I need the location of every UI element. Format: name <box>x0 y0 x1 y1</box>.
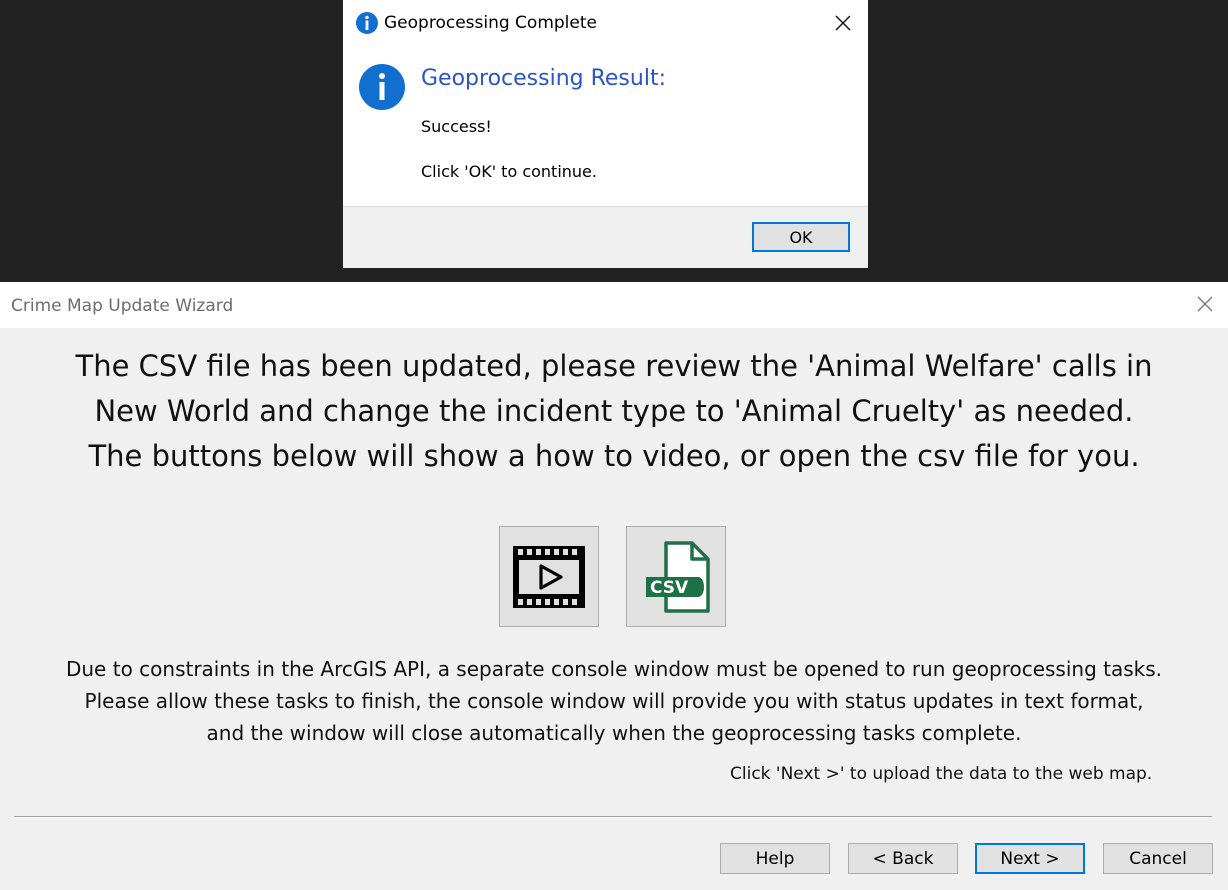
wizard-titlebar: Crime Map Update Wizard <box>0 282 1228 328</box>
success-text: Success! <box>421 117 492 136</box>
dialog-footer: OK <box>343 206 868 268</box>
instruction-message: The CSV file has been updated, please re… <box>0 344 1228 479</box>
next-hint-text: Click 'Next >' to upload the data to the… <box>730 764 1153 784</box>
info-icon <box>356 12 378 34</box>
ok-button[interactable]: OK <box>752 222 850 252</box>
info-icon <box>359 64 405 110</box>
how-to-video-button[interactable] <box>499 526 599 627</box>
help-button[interactable]: Help <box>720 843 830 874</box>
geoprocessing-dialog: Geoprocessing Complete Geoprocessing Res… <box>343 0 868 268</box>
dialog-heading: Geoprocessing Result: <box>421 66 666 91</box>
close-icon[interactable] <box>830 10 856 36</box>
csv-file-icon: CSV <box>646 540 710 613</box>
instruction-line: The CSV file has been updated, please re… <box>75 349 1153 383</box>
console-note: Due to constraints in the ArcGIS API, a … <box>0 653 1228 749</box>
close-icon[interactable] <box>1193 292 1217 316</box>
note-line: and the window will close automatically … <box>206 721 1022 745</box>
dialog-titlebar: Geoprocessing Complete <box>343 0 868 46</box>
wizard-title: Crime Map Update Wizard <box>11 296 234 316</box>
instruction-line: New World and change the incident type t… <box>94 394 1134 428</box>
back-button[interactable]: < Back <box>848 843 958 874</box>
instruction-line: The buttons below will show a how to vid… <box>88 439 1140 473</box>
note-line: Due to constraints in the ArcGIS API, a … <box>65 657 1163 681</box>
continue-text: Click 'OK' to continue. <box>421 162 597 181</box>
dialog-title: Geoprocessing Complete <box>384 13 597 33</box>
cancel-button[interactable]: Cancel <box>1103 843 1213 874</box>
csv-badge-text: CSV <box>650 578 689 598</box>
divider <box>14 816 1212 818</box>
note-line: Please allow these tasks to finish, the … <box>84 689 1144 713</box>
next-button[interactable]: Next > <box>975 843 1085 874</box>
video-play-icon <box>513 545 585 608</box>
open-csv-button[interactable]: CSV <box>626 526 726 627</box>
